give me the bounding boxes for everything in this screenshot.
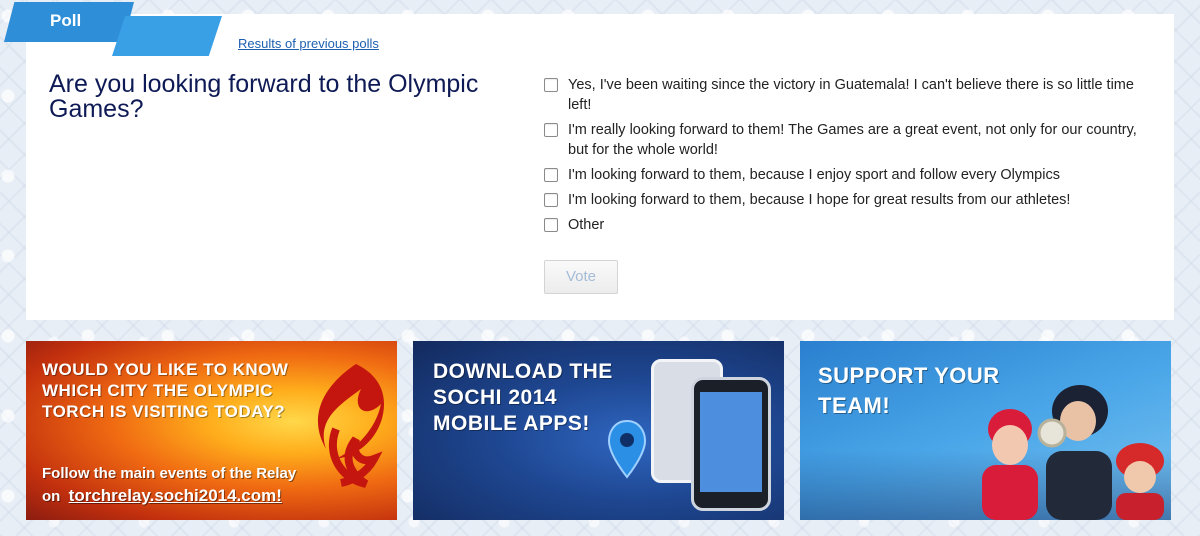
apps-banner-title: Download the Sochi 2014 mobile apps! (433, 360, 613, 435)
poll-option-checkbox[interactable] (544, 193, 558, 207)
torch-relay-banner[interactable]: Would you like to know which city the Ol… (26, 341, 397, 520)
poll-option[interactable]: I'm really looking forward to them! The … (544, 120, 1144, 160)
poll-option-label: I'm looking forward to them, because I h… (568, 192, 1071, 208)
poll-option[interactable]: I'm looking forward to them, because I e… (544, 165, 1144, 185)
poll-question: Are you looking forward to the Olympic G… (49, 70, 479, 123)
torch-banner-subtitle: Follow the main events of the Relay on t… (42, 463, 296, 508)
poll-tab-label: Poll (50, 11, 82, 30)
map-pin-icon (607, 419, 647, 479)
poll-option-checkbox[interactable] (544, 78, 558, 92)
poll-options: Yes, I've been waiting since the victory… (544, 75, 1144, 240)
poll-option[interactable]: Other (544, 215, 1144, 235)
support-team-banner[interactable]: Support your team! (800, 341, 1171, 520)
poll-tab: Poll (4, 2, 224, 56)
mobile-apps-banner[interactable]: Download the Sochi 2014 mobile apps! (413, 341, 784, 520)
poll-option-checkbox[interactable] (544, 168, 558, 182)
vote-button[interactable]: Vote (544, 260, 618, 294)
phone-screen (700, 392, 762, 492)
torch-subtitle-prefix: on (42, 488, 61, 505)
poll-option-label: I'm really looking forward to them! The … (568, 122, 1137, 158)
poll-option-label: I'm looking forward to them, because I e… (568, 167, 1060, 183)
fan-image (1037, 385, 1112, 520)
phone-image (691, 377, 771, 511)
poll-option[interactable]: I'm looking forward to them, because I h… (544, 190, 1144, 210)
poll-option-label: Yes, I've been waiting since the victory… (568, 77, 1134, 113)
poll-tab-shape-secondary (112, 16, 222, 56)
previous-polls-link[interactable]: Results of previous polls (238, 36, 379, 51)
fan-image (1116, 443, 1164, 520)
flame-logo-icon (317, 364, 384, 488)
poll-option-label: Other (568, 217, 605, 233)
torch-subtitle-text: Follow the main events of the Relay (42, 465, 297, 482)
torch-banner-title: Would you like to know which city the Ol… (42, 360, 289, 421)
poll-option-checkbox[interactable] (544, 218, 558, 232)
poll-option-checkbox[interactable] (544, 123, 558, 137)
poll-option[interactable]: Yes, I've been waiting since the victory… (544, 75, 1144, 115)
torch-relay-link[interactable]: torchrelay.sochi2014.com! (69, 486, 282, 505)
